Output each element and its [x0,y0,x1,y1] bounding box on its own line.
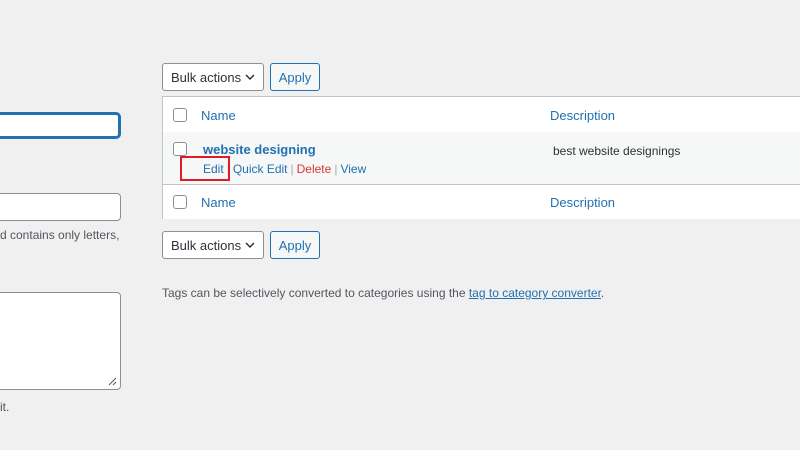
tag-name-input[interactable] [0,113,120,138]
sort-description-link-footer[interactable]: Description [550,195,615,210]
converter-note: Tags can be selectively converted to cat… [162,286,604,300]
delete-link[interactable]: Delete [297,162,332,176]
sort-name-link-footer[interactable]: Name [201,195,236,210]
bulk-actions-label: Bulk actions [171,237,242,253]
tag-description: best website designings [553,144,681,158]
separator: | [290,162,294,176]
tag-description-textarea[interactable] [0,292,121,390]
select-all-checkbox-footer[interactable] [173,195,187,209]
bulk-actions-label: Bulk actions [171,69,242,85]
chevron-down-icon [245,74,255,81]
converter-note-prefix: Tags can be selectively converted to cat… [162,286,469,300]
sort-name-link[interactable]: Name [201,108,236,123]
tag-name-link[interactable]: website designing [203,142,316,157]
row-checkbox[interactable] [173,142,187,156]
select-all-checkbox[interactable] [173,108,187,122]
edit-highlight-box [180,156,230,181]
table-footer-row: Name Description [163,185,800,219]
tag-to-category-converter-link[interactable]: tag to category converter [469,286,601,300]
slug-hint-text: d contains only letters, [0,228,120,242]
resize-handle-icon[interactable] [108,377,117,386]
table-header-row: Name Description [163,97,800,133]
table-row: website designing best website designing… [163,132,800,185]
chevron-down-icon [245,242,255,249]
quick-edit-link[interactable]: Quick Edit [233,162,288,176]
tag-slug-input[interactable] [0,193,121,221]
sort-description-link[interactable]: Description [550,108,615,123]
tags-table: Name Description website designing best … [162,96,800,219]
apply-button-bottom[interactable]: Apply [270,231,320,259]
description-hint-text: it. [0,400,10,414]
bulk-actions-select-top[interactable]: Bulk actions [162,63,264,91]
converter-note-suffix: . [600,286,605,300]
bulk-actions-select-bottom[interactable]: Bulk actions [162,231,264,259]
apply-button-top[interactable]: Apply [270,63,320,91]
view-link[interactable]: View [340,162,366,176]
